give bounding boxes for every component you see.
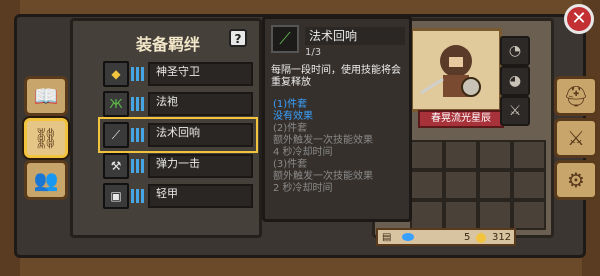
tooltip-line: (1)件套 <box>273 99 308 110</box>
inventory-slot[interactable] <box>478 170 512 200</box>
inventory-grid <box>410 140 546 230</box>
bond-level-bars <box>131 63 145 85</box>
inventory-slot[interactable] <box>478 200 512 230</box>
character-portrait <box>410 28 502 112</box>
staff-icon: ⟋ <box>103 122 129 148</box>
staff-icon: ⟋ <box>271 25 299 53</box>
tooltip-level: 1/3 <box>305 47 322 58</box>
gear-icon: ⚙ <box>567 168 585 192</box>
tooltip-line: (3)件套 <box>273 159 308 170</box>
bond-row[interactable]: ▣ 轻甲 <box>103 183 253 209</box>
bond-level-bars <box>131 185 145 207</box>
bond-row[interactable]: ⚒ 弹力一击 <box>103 153 253 179</box>
tooltip-line: 额外触发一次技能效果 <box>273 135 373 146</box>
inventory-slot[interactable] <box>444 170 478 200</box>
bond-tooltip: ⟋ 法术回响 1/3 每隔一段时间，使用技能将会重复释放 (1)件套 没有效果 … <box>262 16 412 222</box>
tooltip-line: 2 秒冷却时间 <box>273 183 333 194</box>
gem-icon <box>402 233 414 241</box>
armor-slot[interactable]: ◕ <box>500 66 530 96</box>
tooltip-description: 每隔一段时间，使用技能将会重复释放 <box>271 65 401 88</box>
inventory-slot[interactable] <box>410 140 444 170</box>
coin-count: 312 <box>492 232 512 243</box>
team-icon: 👥 <box>33 168 59 192</box>
bag-icon: ▤ <box>382 232 392 243</box>
tab-team[interactable]: 👥 <box>24 160 68 200</box>
inventory-slot[interactable] <box>444 140 478 170</box>
bond-level-bars <box>131 93 145 115</box>
inventory-slot[interactable] <box>478 140 512 170</box>
inventory-slot[interactable] <box>410 170 444 200</box>
inventory-slot[interactable] <box>410 200 444 230</box>
inventory-slot[interactable] <box>512 200 546 230</box>
tooltip-line: 没有效果 <box>273 111 313 122</box>
tooltip-line: (2)件套 <box>273 123 308 134</box>
bond-level-bars <box>131 124 145 146</box>
tooltip-line: 4 秒冷却时间 <box>273 147 333 158</box>
book-icon: 📖 <box>33 84 59 108</box>
chain-icon: ⛓ <box>33 126 59 150</box>
crossed-swords-icon: ⚔ <box>567 126 585 150</box>
close-button[interactable]: ✕ <box>564 4 594 34</box>
sword-icon: ⚔ <box>508 103 522 119</box>
bond-label: 法术回响 <box>148 123 253 147</box>
inventory-slot[interactable] <box>512 140 546 170</box>
armor-icon: ▣ <box>103 183 129 209</box>
tooltip-name: 法术回响 <box>305 27 405 45</box>
bond-label: 法袍 <box>148 92 253 116</box>
bond-label: 轻甲 <box>148 184 253 208</box>
inventory-slot[interactable] <box>512 170 546 200</box>
bond-row[interactable]: Ж 法袍 <box>103 91 253 117</box>
armor-icon: ◕ <box>508 73 522 89</box>
helmet-slot[interactable]: ◔ <box>500 36 530 66</box>
weapon-slot[interactable]: ⚔ <box>500 96 530 126</box>
bond-label: 神圣守卫 <box>148 62 253 86</box>
shield-icon: ◆ <box>103 61 129 87</box>
bond-level-bars <box>131 155 145 177</box>
bond-row[interactable]: ◆ 神圣守卫 <box>103 61 253 87</box>
hammer-icon: ⚒ <box>103 153 129 179</box>
helmet-icon: ◔ <box>508 43 522 59</box>
tab-helmet[interactable]: ⛑ <box>554 76 598 116</box>
inventory-slot[interactable] <box>444 200 478 230</box>
robe-icon: Ж <box>103 91 129 117</box>
bond-row-selected[interactable]: ⟋ 法术回响 <box>98 117 258 153</box>
resource-bar: ▤ 5 312 <box>376 228 516 246</box>
tab-settings[interactable]: ⚙ <box>554 160 598 200</box>
gem-count: 5 <box>464 232 471 243</box>
character-name: 春晃流光星辰 <box>418 110 504 128</box>
hooded-hero-icon <box>420 45 481 97</box>
tab-bonds[interactable]: ⛓ <box>24 118 68 158</box>
tooltip-line: 额外触发一次技能效果 <box>273 171 373 182</box>
bond-panel: 装备羁绊 ? ◆ 神圣守卫 Ж 法袍 ⟋ 法术回响 ⚒ 弹力一击 ▣ 轻甲 <box>70 18 262 238</box>
help-button[interactable]: ? <box>229 29 247 47</box>
tab-book[interactable]: 📖 <box>24 76 68 116</box>
tab-weapons[interactable]: ⚔ <box>554 118 598 158</box>
coin-icon <box>476 233 486 243</box>
helmet-icon: ⛑ <box>563 84 589 108</box>
bond-label: 弹力一击 <box>148 154 253 178</box>
